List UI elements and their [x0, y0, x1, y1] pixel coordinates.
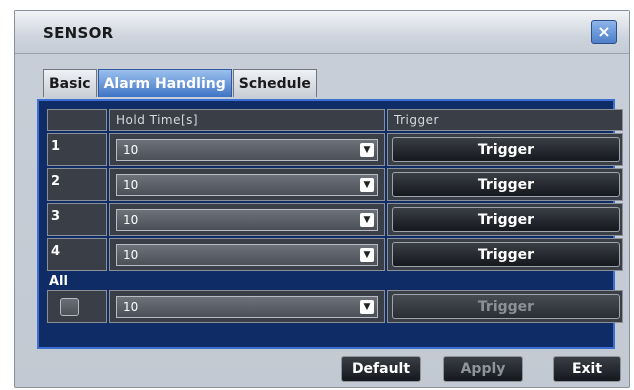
hold-time-cell: 10 ▼ [109, 290, 385, 323]
close-button[interactable]: × [591, 20, 617, 44]
header-hold-time-cell: Hold Time[s] [109, 109, 385, 131]
hold-time-select[interactable]: 10 ▼ [116, 244, 378, 266]
row-index: 2 [47, 168, 107, 201]
table-row: 3 10 ▼ Trigger [47, 203, 623, 236]
chevron-down-icon: ▼ [360, 143, 374, 157]
tab-schedule[interactable]: Schedule [232, 69, 317, 97]
trigger-cell: Trigger [387, 203, 623, 236]
window-title: SENSOR [43, 24, 114, 42]
trigger-button[interactable]: Trigger [392, 137, 620, 162]
header-index-cell [47, 109, 107, 131]
apply-button[interactable]: Apply [443, 356, 523, 382]
hold-time-cell: 10 ▼ [109, 168, 385, 201]
chevron-down-icon: ▼ [360, 248, 374, 262]
table-row: 1 10 ▼ Trigger [47, 133, 623, 166]
tab-alarm-handling[interactable]: Alarm Handling [97, 69, 232, 97]
hold-time-cell: 10 ▼ [109, 203, 385, 236]
trigger-cell: Trigger [387, 238, 623, 271]
alarm-handling-panel: Hold Time[s] Trigger 1 10 ▼ Trigger 2 10… [37, 99, 623, 349]
chevron-down-icon: ▼ [360, 300, 374, 314]
trigger-cell: Trigger [387, 290, 623, 323]
all-checkbox-cell [47, 290, 107, 323]
all-label: All [49, 274, 68, 289]
exit-button[interactable]: Exit [553, 356, 621, 382]
hold-time-select[interactable]: 10 ▼ [116, 209, 378, 231]
hold-time-select[interactable]: 10 ▼ [116, 174, 378, 196]
tab-basic[interactable]: Basic [43, 69, 97, 97]
table-header: Hold Time[s] Trigger [47, 109, 623, 131]
row-index: 1 [47, 133, 107, 166]
hold-time-cell: 10 ▼ [109, 133, 385, 166]
header-trigger: Trigger [394, 113, 439, 127]
hold-time-select[interactable]: 10 ▼ [116, 139, 378, 161]
table-row: 2 10 ▼ Trigger [47, 168, 623, 201]
header-hold-time: Hold Time[s] [116, 113, 199, 127]
title-bar: SENSOR × [15, 11, 629, 54]
trigger-cell: Trigger [387, 168, 623, 201]
tab-bar: Basic Alarm Handling Schedule [43, 69, 318, 99]
hold-time-value: 10 [123, 213, 139, 227]
header-trigger-cell: Trigger [387, 109, 623, 131]
hold-time-cell: 10 ▼ [109, 238, 385, 271]
sensor-dialog: SENSOR × Basic Alarm Handling Schedule H… [14, 10, 630, 388]
hold-time-value: 10 [123, 300, 139, 314]
all-trigger-button[interactable]: Trigger [392, 294, 620, 319]
trigger-button[interactable]: Trigger [392, 172, 620, 197]
row-index: 3 [47, 203, 107, 236]
table-row: 4 10 ▼ Trigger [47, 238, 623, 271]
all-checkbox[interactable] [60, 298, 79, 316]
hold-time-value: 10 [123, 248, 139, 262]
trigger-cell: Trigger [387, 133, 623, 166]
hold-time-value: 10 [123, 178, 139, 192]
close-icon: × [597, 22, 611, 41]
chevron-down-icon: ▼ [360, 178, 374, 192]
default-button[interactable]: Default [341, 356, 421, 382]
all-row: 10 ▼ Trigger [47, 290, 623, 323]
hold-time-value: 10 [123, 143, 139, 157]
sensor-table: Hold Time[s] Trigger 1 10 ▼ Trigger 2 10… [47, 109, 623, 325]
trigger-button[interactable]: Trigger [392, 242, 620, 267]
row-index: 4 [47, 238, 107, 271]
all-hold-time-select[interactable]: 10 ▼ [116, 296, 378, 318]
chevron-down-icon: ▼ [360, 213, 374, 227]
trigger-button[interactable]: Trigger [392, 207, 620, 232]
